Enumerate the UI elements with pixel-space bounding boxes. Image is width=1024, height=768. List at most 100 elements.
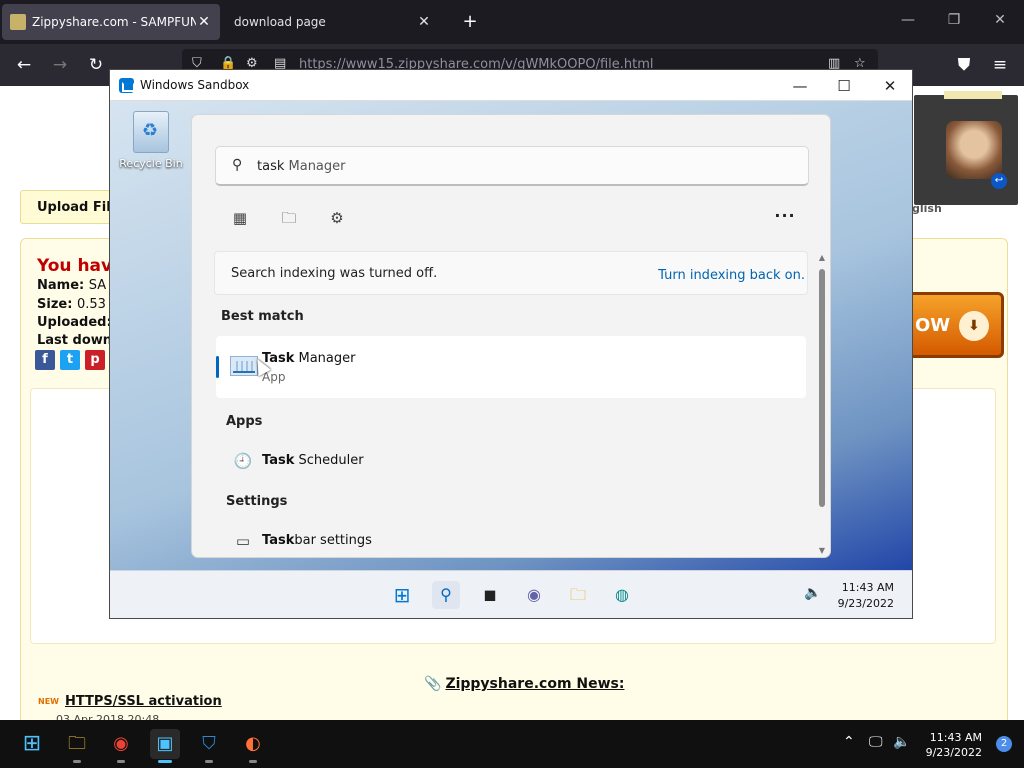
minimize-icon[interactable]: — bbox=[786, 74, 814, 98]
label: Size: bbox=[37, 297, 73, 312]
recycle-bin-icon bbox=[133, 111, 169, 153]
new-tab-button[interactable]: + bbox=[458, 10, 482, 34]
chat-icon[interactable]: ◉ bbox=[520, 581, 548, 609]
floating-notification[interactable]: ↩ bbox=[914, 91, 1018, 205]
running-indicator bbox=[249, 760, 257, 763]
match-bold: Task bbox=[262, 453, 295, 468]
tab-title: Zippyshare.com - SAMPFUNCS bbox=[32, 15, 196, 29]
back-icon[interactable]: ← bbox=[11, 52, 37, 78]
close-tab-icon[interactable]: ✕ bbox=[416, 14, 432, 30]
sandbox-time: 11:43 AM bbox=[841, 581, 894, 594]
windows-sandbox-icon[interactable]: ▣ bbox=[150, 729, 180, 763]
close-tab-icon[interactable]: ✕ bbox=[196, 14, 212, 30]
search-results: Search indexing was turned off. Turn ind… bbox=[214, 251, 810, 557]
search-suggestion: Manager bbox=[284, 159, 346, 174]
sandbox-taskbar: ⊞ ⚲ ◼ ◉ 🗀 ◍ 🔈 11:43 AM 9/23/2022 bbox=[110, 570, 912, 618]
label: Uploaded: bbox=[37, 315, 112, 330]
news-title: 📎 Zippyshare.com News: bbox=[424, 676, 624, 692]
apps-filter-icon[interactable]: ▦ bbox=[227, 205, 253, 231]
defender-icon[interactable]: ⛉ bbox=[194, 729, 224, 763]
file-size-row: Size: 0.53 bbox=[37, 297, 106, 312]
running-indicator bbox=[205, 760, 213, 763]
best-match-heading: Best match bbox=[221, 309, 304, 324]
app-result-task-scheduler[interactable]: 🕘 Task Scheduler bbox=[216, 443, 806, 479]
results-scrollbar[interactable]: ▲ ▼ bbox=[817, 253, 827, 555]
scroll-thumb[interactable] bbox=[819, 269, 825, 507]
search-panel: ⚲ task Manager ▦ 🗀 ⚙ ··· Search indexing… bbox=[191, 114, 831, 558]
host-date: 9/23/2022 bbox=[925, 746, 982, 759]
value: SA bbox=[88, 278, 107, 293]
sandbox-logo-icon bbox=[119, 78, 135, 93]
match-rest: bar settings bbox=[294, 533, 372, 548]
chrome-icon[interactable]: ◉ bbox=[106, 729, 136, 763]
zippyshare-favicon-icon bbox=[10, 14, 26, 30]
network-icon[interactable]: 🖵 bbox=[869, 734, 883, 750]
search-query: task Manager bbox=[257, 159, 346, 174]
menu-icon[interactable]: ≡ bbox=[987, 52, 1013, 78]
tab-download-page[interactable]: download page ✕ bbox=[222, 4, 444, 40]
search-icon: ⚲ bbox=[232, 157, 243, 173]
search-input[interactable]: ⚲ task Manager bbox=[215, 146, 809, 186]
search-typed: task bbox=[257, 159, 285, 174]
sandbox-title: Windows Sandbox bbox=[140, 78, 250, 92]
apps-heading: Apps bbox=[226, 414, 263, 429]
pocket-icon[interactable]: ⛊ bbox=[951, 52, 977, 78]
tab-zippyshare[interactable]: Zippyshare.com - SAMPFUNCS ✕ bbox=[2, 4, 220, 40]
last-download-row: Last down bbox=[37, 333, 112, 348]
task-view-icon[interactable]: ◼ bbox=[476, 581, 504, 609]
browser-tab-bar: Zippyshare.com - SAMPFUNCS ✕ download pa… bbox=[0, 0, 1024, 44]
recycle-bin-label: Recycle Bin bbox=[119, 157, 183, 170]
news-item-text: HTTPS/SSL activation bbox=[64, 694, 222, 709]
maximize-icon[interactable]: ☐ bbox=[830, 74, 858, 98]
contact-photo bbox=[946, 121, 1002, 179]
sandbox-title-bar[interactable]: Windows Sandbox — ☐ ✕ bbox=[110, 70, 912, 101]
best-match-task-manager[interactable]: Task Manager App bbox=[216, 336, 806, 398]
restore-icon[interactable]: ❐ bbox=[944, 12, 964, 28]
pinterest-icon[interactable]: p bbox=[85, 350, 105, 370]
file-explorer-icon[interactable]: 🗀 bbox=[62, 729, 92, 763]
host-taskbar: ⊞ 🗀 ◉ ▣ ⛉ ◐ ⌃ 🖵 🔈 11:43 AM 9/23/2022 2 bbox=[0, 720, 1024, 768]
reply-icon: ↩ bbox=[991, 173, 1007, 189]
reload-icon[interactable]: ↻ bbox=[83, 52, 109, 78]
file-explorer-icon[interactable]: 🗀 bbox=[564, 581, 592, 609]
more-options-icon[interactable]: ··· bbox=[772, 205, 798, 231]
minimize-icon[interactable]: — bbox=[898, 12, 918, 28]
value: 0.53 bbox=[76, 297, 106, 312]
news-item-link[interactable]: NEW HTTPS/SSL activation bbox=[38, 694, 222, 709]
settings-filter-icon[interactable]: ⚙ bbox=[324, 205, 350, 231]
host-clock[interactable]: 11:43 AM 9/23/2022 bbox=[926, 730, 982, 760]
start-icon[interactable]: ⊞ bbox=[17, 729, 47, 759]
download-now-button[interactable]: OW ⬇ bbox=[906, 292, 1004, 358]
close-icon[interactable]: ✕ bbox=[876, 74, 904, 98]
sandbox-desktop: Recycle Bin ⚲ task Manager ▦ 🗀 ⚙ ··· Sea… bbox=[110, 101, 912, 570]
download-button-label: OW bbox=[915, 315, 951, 336]
turn-indexing-on-link[interactable]: Turn indexing back on. bbox=[658, 268, 805, 283]
notification-tab bbox=[944, 91, 1002, 99]
scroll-down-icon[interactable]: ▼ bbox=[817, 546, 827, 555]
recycle-bin[interactable]: Recycle Bin bbox=[118, 111, 184, 170]
show-hidden-icons-icon[interactable]: ⌃ bbox=[843, 734, 855, 750]
scroll-up-icon[interactable]: ▲ bbox=[817, 253, 827, 262]
notification-count-badge[interactable]: 2 bbox=[996, 736, 1012, 752]
label: Last down bbox=[37, 333, 113, 348]
search-icon[interactable]: ⚲ bbox=[432, 581, 460, 609]
start-icon[interactable]: ⊞ bbox=[388, 581, 416, 609]
forward-icon[interactable]: → bbox=[47, 52, 73, 78]
close-icon[interactable]: ✕ bbox=[990, 12, 1010, 28]
volume-icon[interactable]: 🔈 bbox=[804, 585, 821, 601]
indexing-message: Search indexing was turned off. bbox=[231, 266, 438, 281]
settings-result-taskbar[interactable]: ▭ Taskbar settings bbox=[216, 523, 806, 557]
documents-filter-icon[interactable]: 🗀 bbox=[276, 205, 302, 231]
uploaded-row: Uploaded: bbox=[37, 315, 112, 330]
new-badge-icon: NEW bbox=[38, 697, 59, 706]
sandbox-clock[interactable]: 11:43 AM 9/23/2022 bbox=[838, 580, 894, 612]
firefox-icon[interactable]: ◐ bbox=[238, 729, 268, 763]
host-time: 11:43 AM bbox=[929, 731, 982, 744]
indexing-info-bar: Search indexing was turned off. Turn ind… bbox=[214, 251, 808, 295]
facebook-icon[interactable]: f bbox=[35, 350, 55, 370]
edge-icon[interactable]: ◍ bbox=[608, 581, 636, 609]
match-rest: Manager bbox=[294, 351, 356, 366]
twitter-icon[interactable]: t bbox=[60, 350, 80, 370]
volume-icon[interactable]: 🔈 bbox=[893, 734, 910, 750]
selection-indicator bbox=[216, 356, 219, 378]
